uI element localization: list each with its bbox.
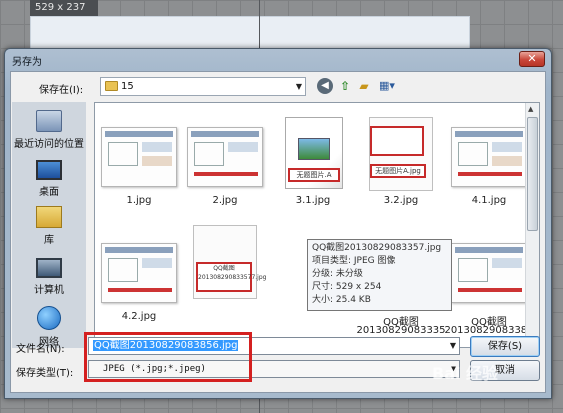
tooltip-rating: 分级: 未分级 <box>312 269 363 279</box>
save-in-value: 15 <box>121 81 134 92</box>
places-bar: 最近访问的位置 桌面 库 计算机 网络 <box>12 102 86 348</box>
file-thumbnail <box>451 243 527 303</box>
file-item[interactable]: QQ截图 20130829083384 <box>444 233 534 339</box>
file-thumbnail <box>101 127 177 187</box>
file-name: 4.1.jpg <box>471 195 507 206</box>
new-folder-icon[interactable]: ▰ <box>356 78 372 94</box>
file-list-view[interactable]: 1.jpg 2.jpg 无题图片.A 3.1.jpg 无题图片A.jpg 3.2… <box>94 102 540 348</box>
chevron-down-icon: ▼ <box>295 82 302 91</box>
views-menu-icon[interactable]: ▦▾ <box>376 78 398 94</box>
tooltip-size: 大小: 25.4 KB <box>312 295 371 305</box>
file-type-label: 保存类型(T): <box>16 368 74 379</box>
file-name-label: 文件名(N): <box>16 344 65 355</box>
file-name: 4.2.jpg <box>121 311 157 322</box>
file-thumbnail: QQ截图201308290833577.jpg <box>193 225 266 299</box>
file-name: 2.jpg <box>212 195 238 206</box>
file-name: 20130829083384 <box>444 325 534 336</box>
file-name: 1.jpg <box>126 195 152 206</box>
place-label: 桌面 <box>39 187 59 198</box>
tooltip-dimensions: 尺寸: 529 x 254 <box>312 282 382 292</box>
close-button[interactable]: ✕ <box>519 51 545 67</box>
computer-icon <box>36 258 62 278</box>
network-icon <box>37 306 61 330</box>
vertical-scrollbar[interactable]: ▲ ▼ <box>525 103 539 347</box>
chevron-down-icon[interactable]: ▼ <box>450 338 456 354</box>
save-button[interactable]: 保存(S) <box>470 336 540 357</box>
file-item[interactable]: 无题图片A.jpg 3.2.jpg <box>359 117 443 223</box>
save-in-dropdown[interactable]: 15 ▼ <box>100 77 306 96</box>
file-thumbnail: 无题图片A.jpg <box>369 117 433 191</box>
file-name: 3.1.jpg <box>295 195 331 206</box>
file-item[interactable]: 2.jpg <box>183 117 267 223</box>
thumb-caption: 无题图片A.jpg <box>370 164 426 178</box>
scroll-up-icon[interactable]: ▲ <box>528 105 533 113</box>
scroll-thumb[interactable] <box>527 117 538 231</box>
watermark-logo: Bai 经验 <box>432 364 499 383</box>
folder-icon <box>105 81 118 91</box>
title-bar[interactable]: 另存为 ✕ <box>5 49 551 71</box>
place-desktop[interactable]: 桌面 <box>12 160 86 198</box>
back-icon[interactable]: ◀ <box>317 78 333 94</box>
file-item[interactable]: 1.jpg <box>97 117 181 223</box>
file-thumbnail: 无题图片.A <box>285 117 343 189</box>
thumb-caption: 无题图片.A <box>288 168 340 182</box>
desktop-icon <box>36 160 62 180</box>
tooltip-type: 项目类型: JPEG 图像 <box>312 256 396 266</box>
save-in-label: 保存在(I): <box>39 85 84 96</box>
file-item[interactable]: 无题图片.A 3.1.jpg <box>271 117 355 223</box>
up-folder-icon[interactable]: ⇧ <box>337 78 353 94</box>
file-thumbnail <box>451 127 527 187</box>
tooltip-filename: QQ截图20130829083357.jpg <box>312 243 442 253</box>
libraries-icon <box>36 206 62 228</box>
place-label: 库 <box>44 235 54 246</box>
file-item[interactable]: QQ截图201308290833577.jpg <box>183 225 267 331</box>
place-recent[interactable]: 最近访问的位置 <box>12 110 86 150</box>
file-thumbnail <box>187 127 263 187</box>
image-size-tag: 529 x 237 <box>30 0 98 16</box>
place-libraries[interactable]: 库 <box>12 206 86 246</box>
close-icon: ✕ <box>527 52 537 65</box>
place-computer[interactable]: 计算机 <box>12 258 86 296</box>
dialog-title: 另存为 <box>12 57 42 68</box>
file-thumbnail <box>101 243 177 303</box>
recent-places-icon <box>36 110 62 132</box>
file-tooltip: QQ截图20130829083357.jpg 项目类型: JPEG 图像 分级:… <box>307 239 452 311</box>
place-label: 计算机 <box>34 285 64 296</box>
place-label: 最近访问的位置 <box>14 139 84 150</box>
save-as-dialog: 另存为 ✕ 保存在(I): 15 ▼ ◀ ⇧ ▰ ▦▾ 最近访问的位置 桌面 库… <box>4 48 552 399</box>
file-name: 20130829083335 <box>356 325 446 336</box>
dialog-body: 保存在(I): 15 ▼ ◀ ⇧ ▰ ▦▾ 最近访问的位置 桌面 库 计算机 网… <box>10 71 546 393</box>
file-name: 3.2.jpg <box>383 195 419 206</box>
file-item[interactable]: 4.1.jpg <box>447 117 531 223</box>
highlight-annotation <box>84 332 252 382</box>
thumb-caption: QQ截图201308290833577.jpg <box>196 262 266 292</box>
file-item[interactable]: 4.2.jpg <box>97 233 181 339</box>
